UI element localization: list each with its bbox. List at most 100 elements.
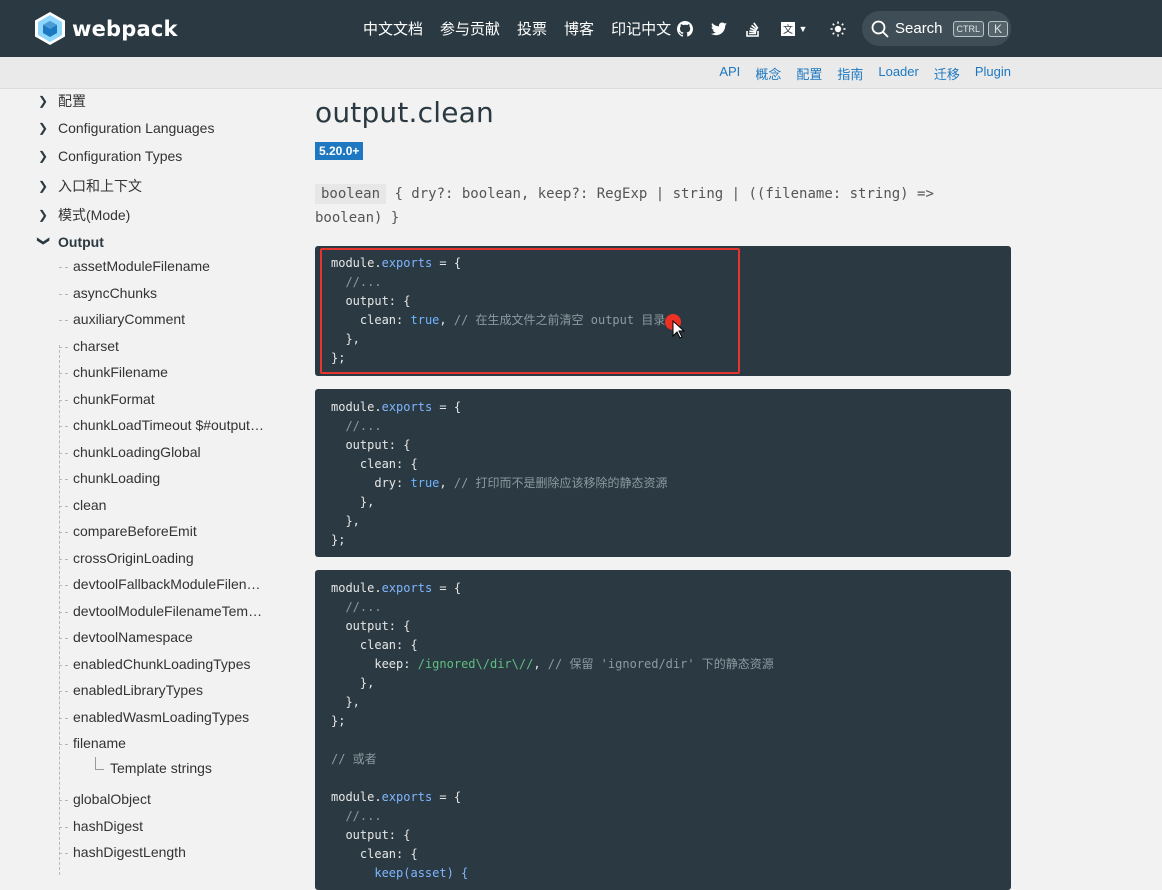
sidebar-subitem[interactable]: chunkLoadTimeout $#output-chunkloadtimeo…: [73, 417, 268, 433]
sidebar-item-label: 模式(Mode): [58, 207, 131, 223]
code-token: exports: [381, 400, 433, 414]
sidebar-subitem[interactable]: chunkFilename: [73, 364, 168, 380]
nav-docs[interactable]: 中文文档: [363, 18, 423, 39]
sidebar-subitem[interactable]: devtoolFallbackModuleFilenameTemplate: [73, 576, 268, 592]
tree-tick: [59, 294, 68, 295]
type-signature: boolean { dry?: boolean, keep?: RegExp |…: [315, 182, 995, 230]
code-token: .: [374, 581, 382, 595]
sidebar-item-label: 配置: [58, 93, 86, 109]
tree-tick: [59, 827, 68, 828]
tree-tick: [59, 532, 68, 533]
chevron-right-icon: ❯: [38, 179, 49, 193]
code-token: module: [331, 790, 375, 804]
webpack-logo[interactable]: webpack: [34, 11, 178, 46]
sidebar-subitem[interactable]: hashDigest: [73, 818, 143, 834]
sidebar-subitem[interactable]: assetModuleFilename: [73, 258, 210, 274]
code-comment: //...: [345, 600, 382, 614]
code-token: keep(asset) {: [374, 866, 469, 880]
code-token: = {: [432, 581, 462, 595]
sidebar-subitem[interactable]: globalObject: [73, 791, 151, 807]
sidebar-subitem-template-strings[interactable]: Template strings: [110, 760, 212, 776]
subnav-configuration[interactable]: 配置: [796, 64, 822, 83]
sidebar-subitem[interactable]: enabledWasmLoadingTypes: [73, 709, 249, 725]
sidebar-subitem[interactable]: compareBeforeEmit: [73, 523, 197, 539]
sidebar-item-configuration[interactable]: ❯ 配置: [38, 91, 86, 111]
sidebar-subitem-clean[interactable]: clean: [73, 497, 106, 513]
code-token: module: [331, 581, 375, 595]
sidebar-subitem[interactable]: charset: [73, 338, 119, 354]
chevron-right-icon: ❯: [38, 208, 49, 222]
sidebar-item-mode[interactable]: ❯ 模式(Mode): [38, 205, 130, 225]
sidebar-subitem[interactable]: crossOriginLoading: [73, 550, 194, 566]
code-block[interactable]: module.exports = { //... output: { clean…: [315, 389, 1011, 557]
nav-blog[interactable]: 博客: [564, 18, 594, 39]
tree-line: [59, 345, 60, 875]
tree-tick: [59, 373, 68, 374]
code-comment: // 保留 'ignored/dir' 下的静态资源: [547, 657, 774, 671]
code-token: dry:: [374, 476, 404, 490]
tree-tick: [59, 744, 68, 745]
page-title: output.clean: [315, 96, 494, 129]
svg-text:文: 文: [783, 23, 793, 36]
code-token: output: {: [345, 619, 411, 633]
tree-tick: [59, 453, 68, 454]
github-icon[interactable]: [675, 19, 695, 39]
highlight-box: [320, 248, 740, 374]
twitter-icon[interactable]: [709, 19, 729, 39]
sidebar-subitem[interactable]: chunkFormat: [73, 391, 155, 407]
subnav-concepts[interactable]: 概念: [755, 64, 781, 83]
sidebar-subitem[interactable]: asyncChunks: [73, 285, 157, 301]
tree-tick: [59, 426, 68, 427]
tree-tick: [59, 347, 68, 348]
sidebar-subitem[interactable]: devtoolNamespace: [73, 629, 193, 645]
search-button[interactable]: Search CTRL K: [862, 11, 1011, 46]
theme-icon[interactable]: [828, 19, 848, 39]
sidebar-subitem[interactable]: auxiliaryComment: [73, 311, 185, 327]
sidebar-subitem[interactable]: enabledLibraryTypes: [73, 682, 203, 698]
subnav-api[interactable]: API: [719, 64, 740, 83]
chevron-right-icon: ❯: [38, 121, 49, 135]
nav-contribute[interactable]: 参与贡献: [440, 18, 500, 39]
subnav-loaders[interactable]: Loader: [878, 64, 918, 83]
code-comment: // 打印而不是删除应该移除的静态资源: [453, 476, 668, 490]
sidebar-item-output[interactable]: ❯ Output: [37, 234, 104, 250]
sidebar-subitem[interactable]: chunkLoadingGlobal: [73, 444, 201, 460]
sidebar-subitem[interactable]: enabledChunkLoadingTypes: [73, 656, 250, 672]
sidebar-item-entry-context[interactable]: ❯ 入口和上下文: [38, 176, 142, 196]
tree-tick: [59, 718, 68, 719]
code-token: output: {: [345, 828, 411, 842]
code-token: output: {: [345, 438, 411, 452]
sidebar-subitem[interactable]: filename: [73, 735, 126, 751]
subnav-guides[interactable]: 指南: [837, 64, 863, 83]
sidebar-item-config-types[interactable]: ❯ Configuration Types: [38, 148, 182, 164]
type-rest: { dry?: boolean, keep?: RegExp | string …: [315, 186, 934, 226]
tree-tick: [59, 800, 68, 801]
tree-tick: [59, 691, 68, 692]
subnav-plugins[interactable]: Plugin: [975, 64, 1011, 83]
tree-tick: [59, 506, 68, 507]
tree-tick: [59, 638, 68, 639]
sidebar-item-config-languages[interactable]: ❯ Configuration Languages: [38, 120, 214, 136]
ctrl-key: CTRL: [952, 20, 985, 37]
stackoverflow-icon[interactable]: [743, 19, 763, 39]
sidebar-subitem[interactable]: chunkLoading: [73, 470, 160, 486]
code-token: clean: {: [359, 638, 418, 652]
tree-tick: [59, 612, 68, 613]
code-token: exports: [381, 790, 433, 804]
search-icon: [871, 20, 889, 38]
language-icon[interactable]: 文 ▼: [779, 19, 809, 39]
code-token: = {: [432, 400, 462, 414]
sidebar-subitem[interactable]: devtoolModuleFilenameTemplate: [73, 603, 268, 619]
code-token: clean: {: [359, 847, 418, 861]
sidebar-item-label: Configuration Languages: [58, 120, 215, 136]
webpack-cube-icon: [35, 12, 65, 45]
subnav-migrate[interactable]: 迁移: [934, 64, 960, 83]
tree-tick: [59, 853, 68, 854]
tree-tick: [59, 267, 68, 268]
code-token: .: [374, 790, 382, 804]
code-block[interactable]: module.exports = { //... output: { clean…: [315, 570, 1011, 890]
nav-vote[interactable]: 投票: [517, 18, 547, 39]
type-code: boolean: [315, 184, 387, 204]
nav-docschina[interactable]: 印记中文: [611, 18, 671, 39]
sidebar-subitem[interactable]: hashDigestLength: [73, 844, 186, 860]
